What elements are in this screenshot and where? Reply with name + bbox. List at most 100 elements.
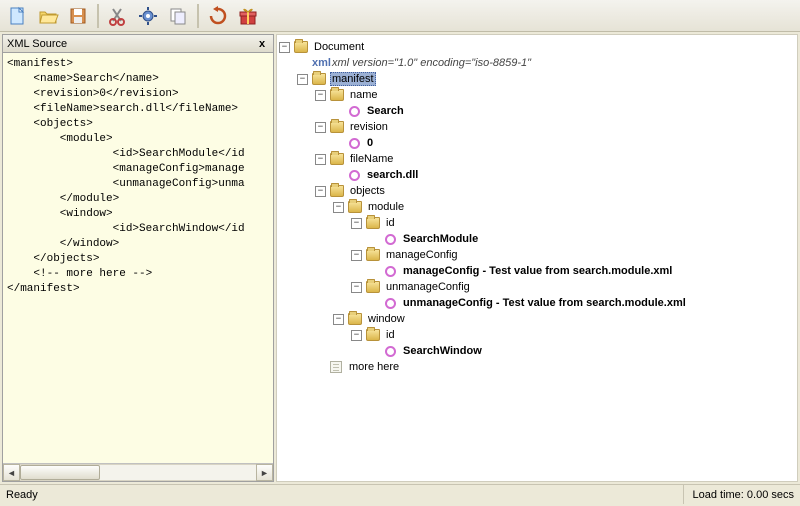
tree-leaf[interactable]: SearchWindow [279,343,795,359]
folder-icon [348,313,362,325]
collapse-icon[interactable]: − [351,330,362,341]
tree-node-manageconfig[interactable]: − manageConfig [279,247,795,263]
tree-node-name[interactable]: − name [279,87,795,103]
toolbar [0,0,800,32]
node-label: objects [348,185,387,197]
status-right: Load time: 0.00 secs [683,485,794,504]
node-value: search.dll [365,169,420,181]
collapse-icon[interactable]: − [315,122,326,133]
folder-icon [366,281,380,293]
collapse-icon[interactable]: − [333,202,344,213]
node-value: unmanageConfig - Test value from search.… [401,297,688,309]
folder-icon [366,249,380,261]
tree-leaf[interactable]: search.dll [279,167,795,183]
node-label: window [366,313,407,325]
folder-icon [312,73,326,85]
gear-icon[interactable] [134,2,162,30]
panel-title-text: XML Source [7,38,67,50]
close-icon[interactable]: x [255,37,269,51]
tree-leaf[interactable]: 0 [279,135,795,151]
open-folder-icon[interactable] [34,2,62,30]
node-label: name [348,89,380,101]
tree-node-filename[interactable]: − fileName [279,151,795,167]
value-icon [349,170,360,181]
scroll-track[interactable] [20,464,256,481]
comment-icon [330,361,342,373]
node-label: xml version="1.0" encoding="iso-8859-1" [330,57,533,69]
collapse-icon[interactable]: − [351,218,362,229]
folder-icon [330,153,344,165]
folder-icon [330,121,344,133]
toolbar-separator [197,4,199,28]
xml-source-panel: XML Source x <manifest> <name>Search</na… [2,34,274,482]
status-left: Ready [6,489,38,501]
collapse-icon[interactable]: − [315,186,326,197]
tree-node-unmanageconfig[interactable]: − unmanageConfig [279,279,795,295]
panel-titlebar: XML Source x [3,35,273,53]
xml-decl-icon: xml [312,57,326,69]
scroll-right-button[interactable]: ► [256,464,273,481]
folder-icon [348,201,362,213]
collapse-icon[interactable]: − [315,90,326,101]
node-value: Search [365,105,406,117]
folder-icon [330,185,344,197]
tree-node-xmldecl[interactable]: xml xml version="1.0" encoding="iso-8859-… [279,55,795,71]
node-value: manageConfig - Test value from search.mo… [401,265,674,277]
scroll-thumb[interactable] [20,465,100,480]
node-label: module [366,201,406,213]
new-file-icon[interactable] [4,2,32,30]
collapse-icon[interactable]: − [351,250,362,261]
tree-node-comment[interactable]: more here [279,359,795,375]
refresh-icon[interactable] [204,2,232,30]
node-label: manageConfig [384,249,460,261]
node-value: SearchModule [401,233,480,245]
collapse-icon[interactable]: − [297,74,308,85]
node-label: unmanageConfig [384,281,472,293]
tree-leaf[interactable]: SearchModule [279,231,795,247]
value-icon [385,298,396,309]
collapse-icon[interactable]: − [351,282,362,293]
folder-icon [366,217,380,229]
dom-tree: − Document xml xml version="1.0" encoding=… [279,39,795,375]
value-icon [349,138,360,149]
folder-icon [330,89,344,101]
node-label: more here [347,361,401,373]
xml-editor[interactable]: <manifest> <name>Search</name> <revision… [3,53,273,464]
cut-icon[interactable] [104,2,132,30]
node-label: Document [312,41,366,53]
copy-icon[interactable] [164,2,192,30]
collapse-icon[interactable]: − [333,314,344,325]
value-icon [385,234,396,245]
tree-leaf[interactable]: Search [279,103,795,119]
node-label: id [384,217,397,229]
value-icon [385,346,396,357]
tree-node-window-id[interactable]: −id [279,327,795,343]
horizontal-scrollbar[interactable]: ◄ ► [3,464,273,481]
node-label: manifest [330,72,376,86]
folder-icon [366,329,380,341]
tree-node-window[interactable]: − window [279,311,795,327]
tree-node-document[interactable]: − Document [279,39,795,55]
tree-node-revision[interactable]: − revision [279,119,795,135]
tree-node-module-id[interactable]: − id [279,215,795,231]
node-value: 0 [365,137,375,149]
save-icon[interactable] [64,2,92,30]
gift-icon[interactable] [234,2,262,30]
tree-leaf[interactable]: manageConfig - Test value from search.mo… [279,263,795,279]
tree-node-module[interactable]: − module [279,199,795,215]
toolbar-separator [97,4,99,28]
node-value: SearchWindow [401,345,484,357]
value-icon [349,106,360,117]
collapse-icon[interactable]: − [279,42,290,53]
folder-icon [294,41,308,53]
tree-panel: − Document xml xml version="1.0" encoding=… [276,34,798,482]
node-label: fileName [348,153,395,165]
node-label: revision [348,121,390,133]
tree-node-manifest[interactable]: − manifest [279,71,795,87]
scroll-left-button[interactable]: ◄ [3,464,20,481]
tree-leaf[interactable]: unmanageConfig - Test value from search.… [279,295,795,311]
collapse-icon[interactable]: − [315,154,326,165]
status-bar: Ready Load time: 0.00 secs [0,484,800,504]
main-area: XML Source x <manifest> <name>Search</na… [0,32,800,484]
tree-node-objects[interactable]: − objects [279,183,795,199]
